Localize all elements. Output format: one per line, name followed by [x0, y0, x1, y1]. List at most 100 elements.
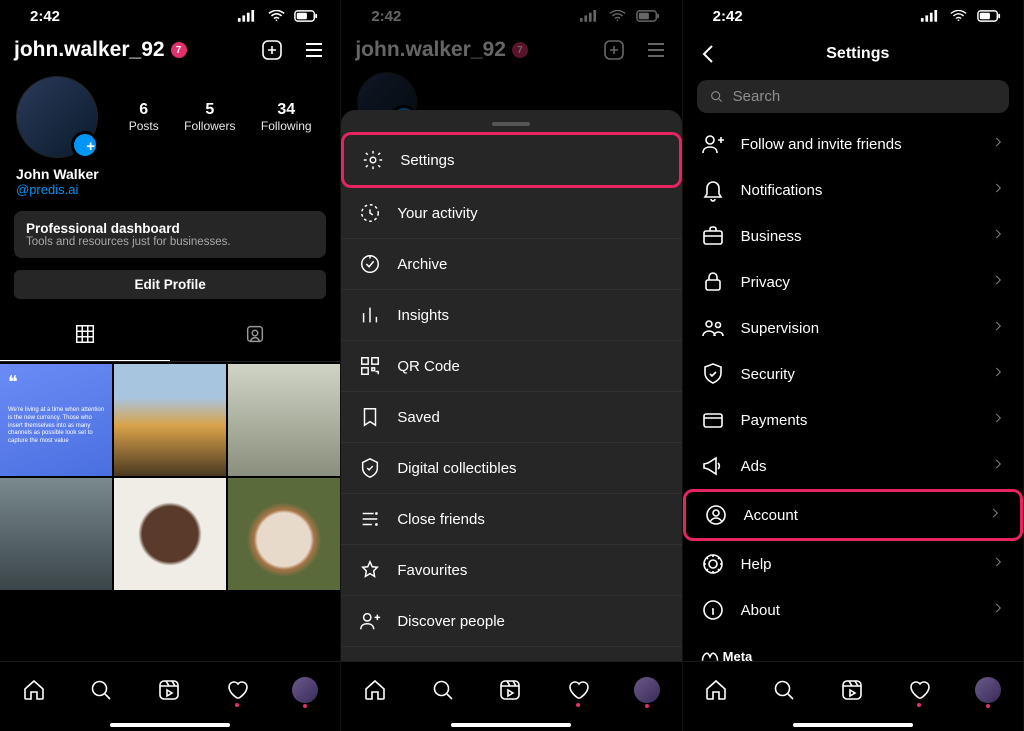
post-thumb[interactable]: [0, 478, 112, 590]
menu-item-favourites[interactable]: Favourites: [341, 545, 681, 596]
nav-profile-avatar[interactable]: [975, 677, 1001, 703]
battery-icon: [636, 4, 660, 28]
profile-avatar[interactable]: +: [16, 76, 98, 158]
menu-item-settings[interactable]: Settings: [341, 132, 681, 188]
chevron-right-icon: [991, 457, 1005, 475]
status-time: 2:42: [30, 8, 60, 25]
bottom-nav: [683, 661, 1023, 731]
menu-item-your-activity[interactable]: Your activity: [341, 188, 681, 239]
help-icon: [701, 552, 725, 576]
setting-row-notifications[interactable]: Notifications: [683, 167, 1023, 213]
setting-row-payments[interactable]: Payments: [683, 397, 1023, 443]
username-dropdown[interactable]: john.walker_92 7: [14, 38, 250, 62]
post-thumb[interactable]: ❝We're living at a time when attention i…: [0, 364, 112, 476]
setting-row-business[interactable]: Business: [683, 213, 1023, 259]
profile-stats-row: + 6Posts 5Followers 34Following: [0, 72, 340, 166]
menu-item-label: Close friends: [397, 511, 485, 528]
setting-row-supervision[interactable]: Supervision: [683, 305, 1023, 351]
stat-following[interactable]: 34Following: [261, 101, 312, 133]
post-thumb[interactable]: [114, 364, 226, 476]
edit-profile-button[interactable]: Edit Profile: [14, 270, 326, 299]
nav-profile-avatar[interactable]: [634, 677, 660, 703]
setting-row-security[interactable]: Security: [683, 351, 1023, 397]
menu-item-label: Your activity: [397, 205, 477, 222]
discover-icon: [359, 609, 381, 633]
pro-dash-title: Professional dashboard: [26, 221, 314, 236]
setting-row-about[interactable]: About: [683, 587, 1023, 633]
create-icon: [602, 38, 626, 62]
home-indicator: [110, 723, 230, 727]
nav-search-icon[interactable]: [772, 678, 796, 702]
nav-activity-icon[interactable]: [225, 678, 249, 702]
posts-grid: ❝We're living at a time when attention i…: [0, 364, 340, 590]
post-thumb[interactable]: [114, 478, 226, 590]
battery-icon: [977, 4, 1001, 28]
setting-label: Payments: [741, 412, 808, 429]
nav-profile-avatar[interactable]: [292, 677, 318, 703]
menu-item-digital-collectibles[interactable]: Digital collectibles: [341, 443, 681, 494]
menu-item-close-friends[interactable]: Close friends: [341, 494, 681, 545]
bell-icon: [701, 178, 725, 202]
menu-item-label: Digital collectibles: [397, 460, 516, 477]
nav-activity-icon[interactable]: [907, 678, 931, 702]
status-bar: 2:42: [0, 0, 340, 32]
post-thumb[interactable]: [228, 364, 340, 476]
setting-label: Business: [741, 228, 802, 245]
display-name: John Walker: [16, 166, 324, 182]
status-time: 2:42: [713, 8, 743, 25]
privacy-icon: [701, 270, 725, 294]
setting-label: Ads: [741, 458, 767, 475]
settings-search[interactable]: Search: [697, 80, 1009, 113]
handle-link[interactable]: @predis.ai: [16, 182, 324, 197]
menu-item-discover-people[interactable]: Discover people: [341, 596, 681, 647]
setting-label: Follow and invite friends: [741, 136, 902, 153]
nav-activity-icon[interactable]: [566, 678, 590, 702]
setting-row-privacy[interactable]: Privacy: [683, 259, 1023, 305]
nav-search-icon[interactable]: [89, 678, 113, 702]
menu-item-insights[interactable]: Insights: [341, 290, 681, 341]
chevron-right-icon: [991, 181, 1005, 199]
create-icon[interactable]: [260, 38, 284, 62]
nav-search-icon[interactable]: [431, 678, 455, 702]
setting-row-follow-and-invite-friends[interactable]: Follow and invite friends: [683, 121, 1023, 167]
setting-row-help[interactable]: Help: [683, 541, 1023, 587]
menu-item-qr-code[interactable]: QR Code: [341, 341, 681, 392]
setting-row-account[interactable]: Account: [683, 489, 1023, 541]
nav-home-icon[interactable]: [22, 678, 46, 702]
screen-settings: 2:42 Settings Search Follow and invite f…: [683, 0, 1024, 731]
tab-grid[interactable]: [0, 313, 170, 361]
setting-label: About: [741, 602, 780, 619]
activity-icon: [359, 201, 381, 225]
signal-icon: [917, 4, 941, 28]
nav-home-icon[interactable]: [704, 678, 728, 702]
chevron-right-icon: [991, 411, 1005, 429]
menu-item-saved[interactable]: Saved: [341, 392, 681, 443]
menu-sheet: Settings Your activity ArchiveInsightsQR C…: [341, 110, 681, 731]
nav-reels-icon[interactable]: [157, 678, 181, 702]
wifi-icon: [264, 4, 288, 28]
menu-icon[interactable]: [302, 38, 326, 62]
pro-dashboard-card[interactable]: Professional dashboard Tools and resourc…: [14, 211, 326, 258]
stat-followers[interactable]: 5Followers: [184, 101, 235, 133]
nav-home-icon[interactable]: [363, 678, 387, 702]
bottom-nav: [341, 661, 681, 731]
post-thumb[interactable]: [228, 478, 340, 590]
nav-reels-icon[interactable]: [498, 678, 522, 702]
settings-header: Settings: [683, 32, 1023, 76]
profile-header: john.walker_92 7: [0, 32, 340, 72]
setting-label: Privacy: [741, 274, 790, 291]
name-block: John Walker @predis.ai: [0, 166, 340, 207]
nav-reels-icon[interactable]: [840, 678, 864, 702]
username-text: john.walker_92: [14, 38, 165, 62]
sheet-handle[interactable]: [492, 122, 530, 126]
stat-posts[interactable]: 6Posts: [129, 101, 159, 133]
signal-icon: [576, 4, 600, 28]
chevron-right-icon: [991, 601, 1005, 619]
battery-icon: [294, 4, 318, 28]
menu-item-label: Favourites: [397, 562, 467, 579]
username-text: john.walker_92: [355, 38, 506, 62]
menu-item-archive[interactable]: Archive: [341, 239, 681, 290]
tab-tagged[interactable]: [170, 313, 340, 361]
security-icon: [701, 362, 725, 386]
setting-row-ads[interactable]: Ads: [683, 443, 1023, 489]
